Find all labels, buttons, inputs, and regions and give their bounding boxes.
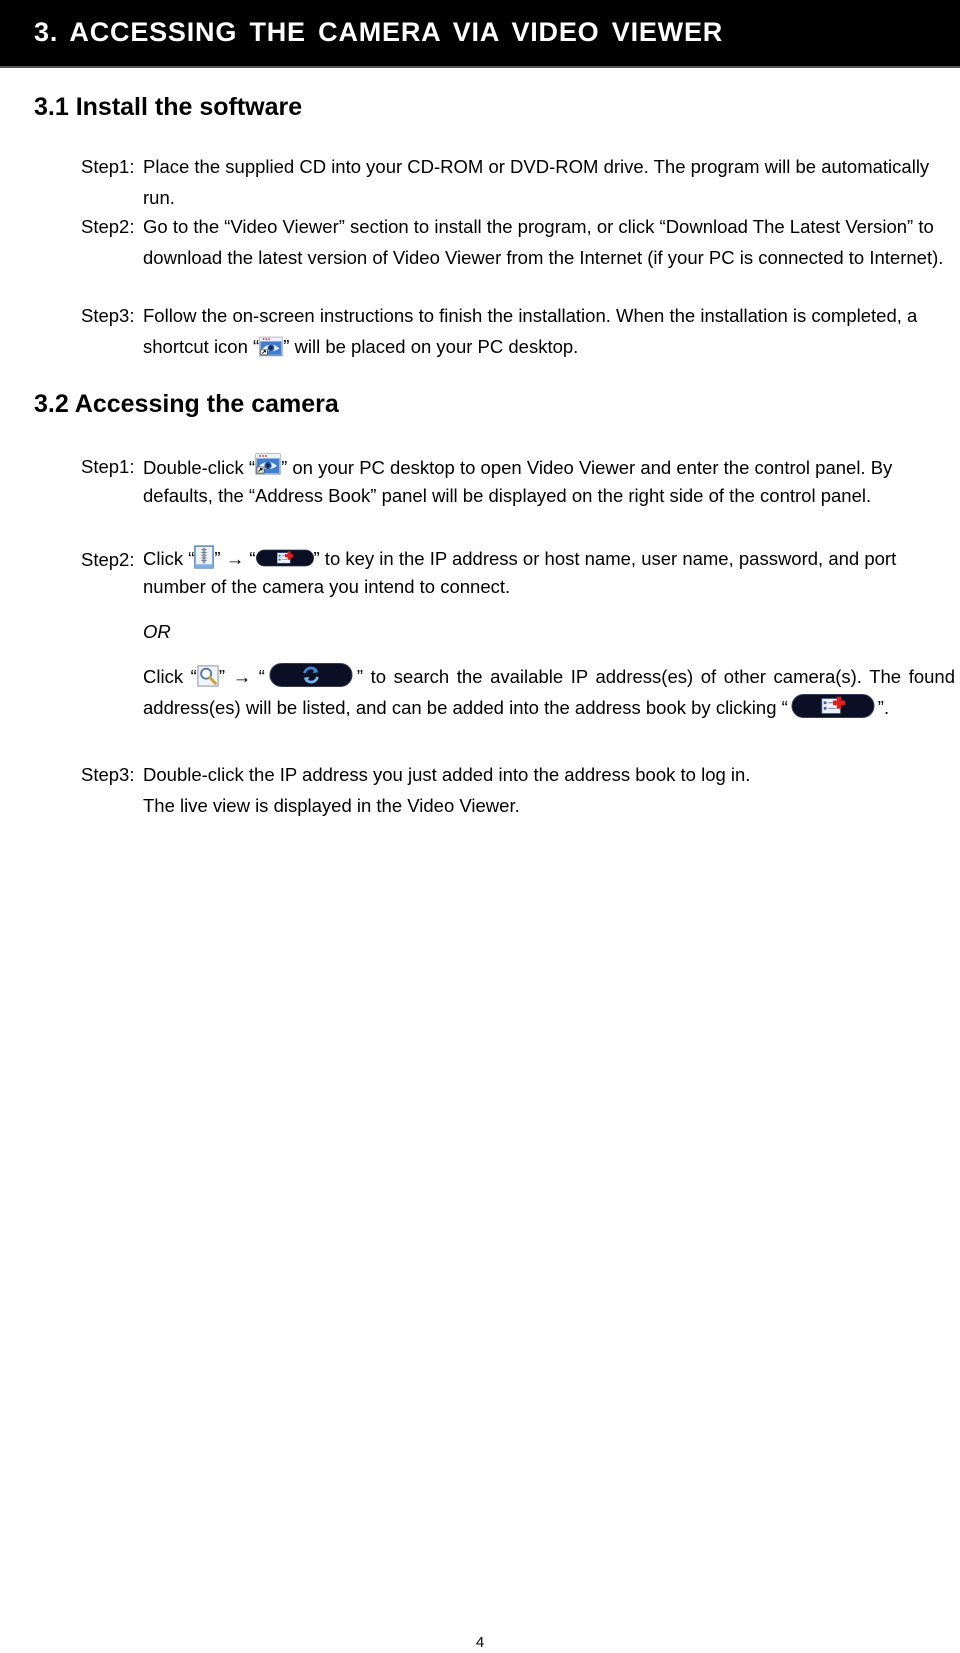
- chapter-title: 3. ACCESSING THE CAMERA VIA VIDEO VIEWER: [34, 17, 724, 47]
- step-label: Step2:: [81, 549, 135, 570]
- text-click: Click “: [143, 548, 195, 569]
- step-text-before: Double-click “: [143, 457, 256, 478]
- step-text: Double-click the IP address you just add…: [143, 760, 956, 821]
- access-step-2: Step2: Click “” → “” to key in the IP ad…: [81, 545, 956, 601]
- install-step-2: Step2: Go to the “Video Viewer” section …: [81, 212, 956, 273]
- step-label: Step2:: [81, 216, 135, 237]
- step-label: Step3:: [81, 764, 135, 785]
- or-label: OR: [143, 621, 171, 642]
- step-text: Follow the on-screen instructions to fin…: [143, 301, 956, 362]
- step-text: Place the supplied CD into your CD-ROM o…: [143, 156, 930, 208]
- step3-line-2: The live view is displayed in the Video …: [143, 794, 520, 816]
- step-label: Step1:: [81, 456, 135, 477]
- add-address-button-icon: [256, 547, 314, 569]
- step3-line-1: Double-click the IP address you just add…: [143, 764, 751, 785]
- step-text: Click “” → “” to key in the IP address o…: [143, 545, 956, 601]
- section-heading-accessing: 3.2 Accessing the camera: [34, 390, 339, 418]
- step-text: Double-click “” on your PC desktop to op…: [143, 452, 956, 510]
- step-label: Step1:: [81, 156, 135, 177]
- arrow-text: ” → “: [218, 666, 265, 687]
- step-text-after: ” will be placed on your PC desktop.: [283, 335, 579, 357]
- refresh-search-button-icon: [265, 663, 357, 687]
- search-alternative-text: Click “” → “” to search the available IP…: [143, 662, 955, 723]
- video-viewer-shortcut-icon: [259, 336, 283, 357]
- video-viewer-shortcut-icon: [255, 452, 281, 476]
- address-book-icon: [194, 545, 214, 569]
- step-text: Go to the “Video Viewer” section to inst…: [143, 216, 944, 268]
- section-heading-install: 3.1 Install the software: [34, 93, 303, 121]
- add-address-button-icon: [788, 694, 878, 718]
- text-click: Click “: [143, 666, 197, 687]
- page-number: 4: [475, 1634, 485, 1651]
- step-label: Step3:: [81, 305, 135, 326]
- chapter-banner: 3. ACCESSING THE CAMERA VIA VIDEO VIEWER: [0, 0, 960, 68]
- install-step-1: Step1: Place the supplied CD into your C…: [81, 152, 956, 213]
- arrow-text: ” → “: [214, 548, 256, 569]
- install-step-3: Step3: Follow the on-screen instructions…: [81, 301, 956, 362]
- access-step-3: Step3: Double-click the IP address you j…: [81, 760, 956, 821]
- access-step-1: Step1: Double-click “” on your PC deskto…: [81, 452, 956, 510]
- search-icon: [197, 665, 219, 687]
- alt-text-suffix: ”.: [877, 696, 890, 718]
